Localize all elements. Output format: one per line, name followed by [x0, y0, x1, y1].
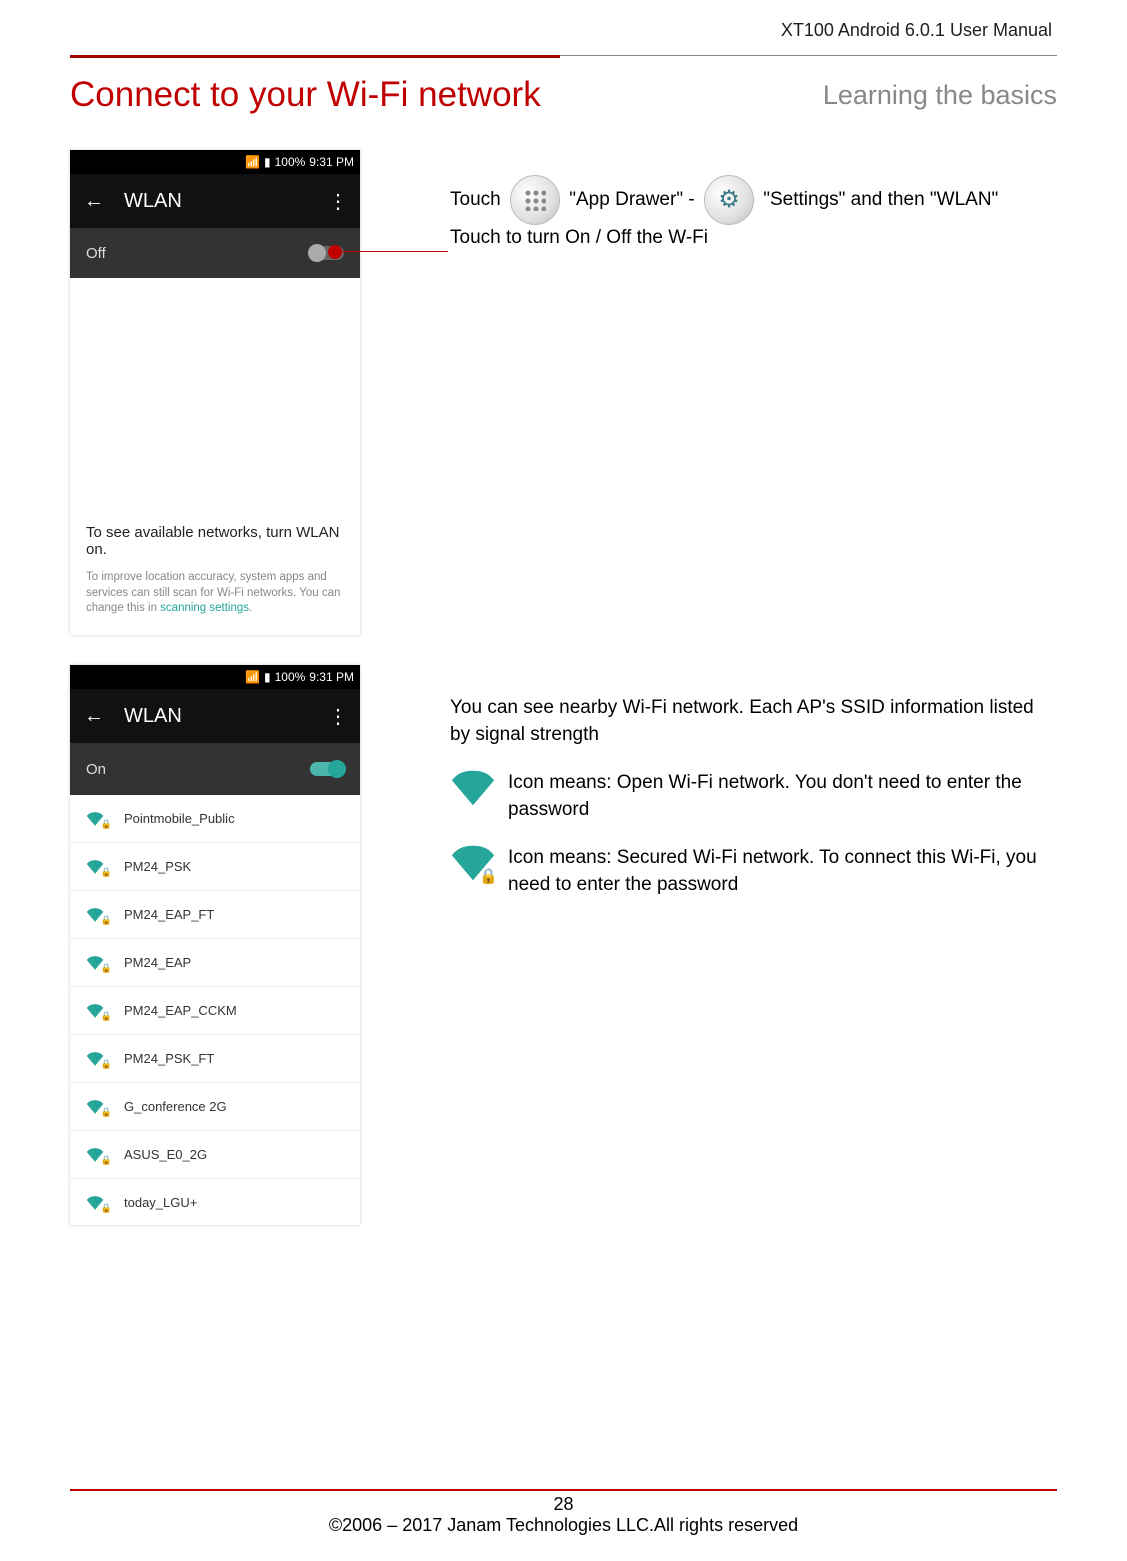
wifi-signal-icon: 🔒 [86, 908, 106, 922]
wlan-toggle-row[interactable]: Off [70, 228, 360, 278]
instr-text: "Settings" and then "WLAN" [763, 189, 998, 210]
wlan-state-label: On [86, 761, 106, 778]
wifi-ssid: PM24_EAP_FT [124, 907, 214, 922]
instruction-block-2: You can see nearby Wi-Fi network. Each A… [450, 695, 1057, 899]
wifi-network-item[interactable]: 🔒 PM24_EAP [70, 939, 360, 987]
nearby-networks-text: You can see nearby Wi-Fi network. Each A… [450, 695, 1057, 748]
wifi-network-item[interactable]: 🔒 PM24_PSK_FT [70, 1035, 360, 1083]
footer-divider [70, 1489, 1057, 1491]
doc-title: XT100 Android 6.0.1 User Manual [781, 20, 1052, 41]
secured-wifi-desc: Icon means: Secured Wi-Fi network. To co… [508, 845, 1057, 898]
wifi-ssid: Pointmobile_Public [124, 811, 235, 826]
wifi-ssid: PM24_PSK_FT [124, 1051, 214, 1066]
wlan-state-label: Off [86, 245, 106, 262]
overflow-icon[interactable]: ⋮ [328, 704, 346, 729]
wifi-signal-icon: 🔒 [86, 860, 106, 874]
screenshot-wlan-off: 📶 ▮ 100% 9:31 PM ← WLAN ⋮ Off To see ava… [70, 150, 360, 635]
divider-accent [70, 55, 560, 58]
wifi-ssid: G_conference 2G [124, 1099, 227, 1114]
turn-on-message: To see available networks, turn WLAN on. [86, 524, 344, 558]
note-text-c: . [249, 602, 252, 614]
toolbar: ← WLAN ⋮ [70, 689, 360, 743]
open-wifi-legend: Icon means: Open Wi-Fi network. You don'… [450, 770, 1057, 823]
wifi-signal-icon: 🔒 [86, 812, 106, 826]
app-drawer-icon [510, 175, 560, 225]
footer: 28 ©2006 – 2017 Janam Technologies LLC.A… [0, 1494, 1127, 1536]
open-wifi-desc: Icon means: Open Wi-Fi network. You don'… [508, 770, 1057, 823]
toolbar-title: WLAN [124, 705, 328, 728]
lock-icon: 🔒 [101, 1203, 112, 1214]
wifi-signal-icon: 🔒 [86, 1196, 106, 1210]
wlan-toggle-row[interactable]: On [70, 743, 360, 795]
page: XT100 Android 6.0.1 User Manual Connect … [0, 0, 1127, 1561]
wifi-signal-icon: 🔒 [86, 1004, 106, 1018]
page-subtitle: Learning the basics [823, 80, 1057, 111]
status-time: 9:31 PM [309, 670, 354, 684]
page-title: Connect to your Wi-Fi network [70, 75, 541, 115]
wifi-network-item[interactable]: 🔒 Pointmobile_Public [70, 795, 360, 843]
lock-icon: 🔒 [101, 1011, 112, 1022]
wifi-network-list: 🔒 Pointmobile_Public 🔒 PM24_PSK 🔒 PM24_EAP_FT… [70, 795, 360, 1225]
status-time: 9:31 PM [309, 155, 354, 169]
scanning-settings-link[interactable]: scanning settings [160, 602, 249, 614]
location-note: To improve location accuracy, system app… [86, 570, 344, 617]
wifi-ssid: PM24_EAP_CCKM [124, 1003, 237, 1018]
wifi-network-item[interactable]: 🔒 PM24_EAP_FT [70, 891, 360, 939]
page-number: 28 [0, 1494, 1127, 1515]
title-row: Connect to your Wi-Fi network Learning t… [70, 75, 1057, 115]
wifi-ssid: PM24_PSK [124, 859, 191, 874]
battery-icon: ▮ [264, 155, 271, 169]
wifi-ssid: today_LGU+ [124, 1195, 197, 1210]
signal-icon: 📶 [245, 155, 260, 169]
settings-icon: ⚙ [704, 175, 754, 225]
instruction-block-1: Touch "App Drawer" - ⚙ "Settings" and th… [450, 175, 1057, 251]
wifi-signal-icon: 🔒 [86, 1100, 106, 1114]
battery-percent: 100% [275, 155, 306, 169]
instr-text: "App Drawer" - [569, 189, 700, 210]
phone-body: To see available networks, turn WLAN on.… [70, 278, 360, 635]
wifi-ssid: PM24_EAP [124, 955, 191, 970]
wifi-signal-icon: 🔒 [86, 956, 106, 970]
overflow-icon[interactable]: ⋮ [328, 189, 346, 214]
copyright: ©2006 – 2017 Janam Technologies LLC.All … [329, 1515, 798, 1535]
wlan-switch-on[interactable] [310, 762, 344, 776]
instr-text: Touch [450, 189, 506, 210]
lock-icon: 🔒 [101, 1107, 112, 1118]
callout-line [338, 251, 448, 252]
back-icon[interactable]: ← [84, 190, 104, 213]
signal-icon: 📶 [245, 670, 260, 684]
status-bar: 📶 ▮ 100% 9:31 PM [70, 150, 360, 174]
toolbar-title: WLAN [124, 190, 328, 213]
wifi-signal-icon: 🔒 [86, 1052, 106, 1066]
screenshot-wlan-on: 📶 ▮ 100% 9:31 PM ← WLAN ⋮ On 🔒 Pointmobil… [70, 665, 360, 1225]
back-icon[interactable]: ← [84, 705, 104, 728]
wifi-secured-icon: 🔒 [450, 845, 496, 883]
callout-dot [328, 245, 342, 259]
lock-icon: 🔒 [479, 866, 498, 887]
wifi-network-item[interactable]: 🔒 G_conference 2G [70, 1083, 360, 1131]
battery-percent: 100% [275, 670, 306, 684]
lock-icon: 🔒 [101, 963, 112, 974]
wifi-network-item[interactable]: 🔒 today_LGU+ [70, 1179, 360, 1225]
wifi-open-icon [450, 770, 496, 808]
secured-wifi-legend: 🔒 Icon means: Secured Wi-Fi network. To … [450, 845, 1057, 898]
status-bar: 📶 ▮ 100% 9:31 PM [70, 665, 360, 689]
toolbar: ← WLAN ⋮ [70, 174, 360, 228]
wifi-network-item[interactable]: 🔒 PM24_EAP_CCKM [70, 987, 360, 1035]
lock-icon: 🔒 [101, 867, 112, 878]
wifi-ssid: ASUS_E0_2G [124, 1147, 207, 1162]
lock-icon: 🔒 [101, 819, 112, 830]
lock-icon: 🔒 [101, 1155, 112, 1166]
lock-icon: 🔒 [101, 1059, 112, 1070]
wifi-network-item[interactable]: 🔒 PM24_PSK [70, 843, 360, 891]
wifi-signal-icon: 🔒 [86, 1148, 106, 1162]
wifi-network-item[interactable]: 🔒 ASUS_E0_2G [70, 1131, 360, 1179]
instr-toggle-text: Touch to turn On / Off the W-Fi [450, 227, 708, 248]
battery-icon: ▮ [264, 670, 271, 684]
lock-icon: 🔒 [101, 915, 112, 926]
